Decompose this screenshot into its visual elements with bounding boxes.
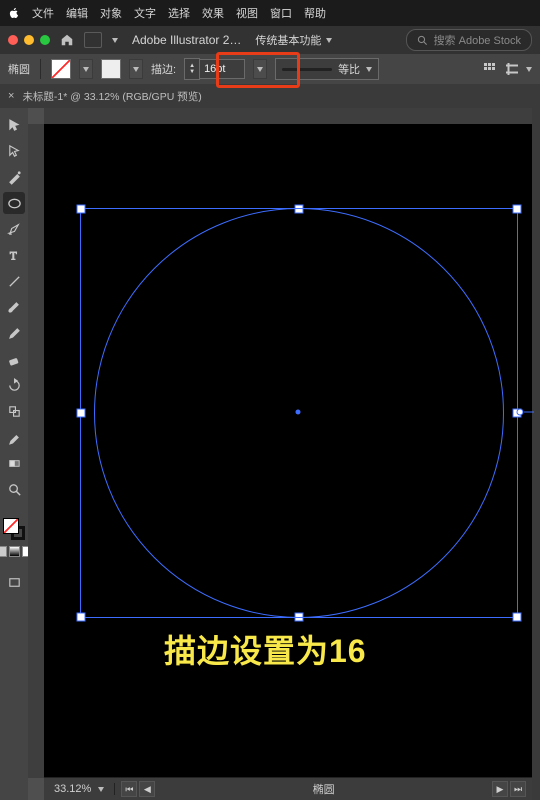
menu-help[interactable]: 帮助 [304,5,326,21]
separator [40,59,41,79]
svg-text:T: T [9,250,16,262]
handle-w[interactable] [77,409,86,418]
shape-center-point [296,410,301,415]
tab-close-button[interactable]: × [8,90,14,102]
menu-window[interactable]: 窗口 [270,5,292,21]
arrange-documents-button[interactable] [84,32,102,48]
artboard[interactable]: 描边设置为16 [44,124,532,778]
control-right-icons [482,61,532,77]
tool-eraser[interactable] [3,348,25,370]
status-selection-label: 椭圆 [161,781,486,797]
handle-se[interactable] [513,613,522,622]
tool-direct-selection[interactable] [3,140,25,162]
search-icon [417,35,428,46]
nav-prev-button[interactable]: ◀ [139,781,155,797]
chevron-down-icon [366,67,372,72]
nav-first-button[interactable]: ⏮ [121,781,137,797]
document-tab[interactable]: 未标题-1* @ 33.12% (RGB/GPU 预览) [22,89,201,104]
ruler-horizontal[interactable] [44,108,532,125]
color-mode-solid[interactable] [0,546,7,557]
right-panel-collapsed[interactable] [532,108,540,800]
search-adobe-stock[interactable]: 搜索 Adobe Stock [406,29,532,51]
tool-zoom[interactable] [3,478,25,500]
window-minimize-button[interactable] [24,35,34,45]
handle-sw[interactable] [77,613,86,622]
window-close-button[interactable] [8,35,18,45]
home-icon[interactable] [60,33,74,47]
transform-panel-icon[interactable] [504,61,520,77]
chevron-down-icon [133,67,139,72]
chevron-down-icon [326,38,332,43]
canvas-area: 描边设置为16 33.12% ⏮ ◀ 椭圆 ▶ ⏭ [28,108,532,800]
handle-ne[interactable] [513,205,522,214]
menu-view[interactable]: 视图 [236,5,258,21]
tool-gradient[interactable] [3,452,25,474]
tool-pencil[interactable] [3,322,25,344]
apple-logo-icon [8,7,20,19]
menu-edit[interactable]: 编辑 [66,5,88,21]
fill-stroke-indicator[interactable] [3,518,25,540]
tutorial-annotation-text: 描边设置为16 [164,626,367,672]
stroke-swatch[interactable] [101,59,121,79]
nav-next-button[interactable]: ▶ [492,781,508,797]
tools-panel: T [0,108,28,800]
tool-rotate[interactable] [3,374,25,396]
menu-object[interactable]: 对象 [100,5,122,21]
fill-swatch-dropdown[interactable] [79,59,93,79]
tool-type[interactable]: T [3,244,25,266]
live-shape-widget-icon[interactable] [516,405,536,419]
window-traffic-lights [8,35,50,45]
arrange-documents-dropdown-icon[interactable] [112,38,118,43]
workspace-switcher[interactable]: 传统基本功能 [255,32,332,48]
workarea: T [0,108,540,800]
app-titlebar: Adobe Illustrator 2… 传统基本功能 搜索 Adobe Sto… [0,26,540,54]
align-panel-icon[interactable] [482,61,498,77]
menu-effect[interactable]: 效果 [202,5,224,21]
window-maximize-button[interactable] [40,35,50,45]
stroke-swatch-dropdown[interactable] [129,59,143,79]
color-mode-gradient[interactable] [9,546,20,557]
default-fill-icon [3,518,19,534]
chevron-down-icon[interactable] [526,67,532,72]
app-root: 文件 编辑 对象 文字 选择 效果 视图 窗口 帮助 Adobe Illustr… [0,0,540,800]
menu-type[interactable]: 文字 [134,5,156,21]
tool-eyedropper[interactable] [3,426,25,448]
stroke-weight-label: 描边: [151,61,176,77]
ruler-vertical[interactable] [28,124,45,778]
screen-mode-button[interactable] [3,571,25,593]
menu-file[interactable]: 文件 [32,5,54,21]
stroke-weight-stepper[interactable]: ▲▼ [184,58,200,80]
app-title: Adobe Illustrator 2… [132,33,241,47]
tool-pen[interactable] [3,218,25,240]
tool-selection[interactable] [3,114,25,136]
workspace-label: 传统基本功能 [255,32,321,48]
artboard-nav-right: ▶ ⏭ [486,781,532,797]
search-placeholder: 搜索 Adobe Stock [434,32,521,48]
menu-select[interactable]: 选择 [168,5,190,21]
handle-nw[interactable] [77,205,86,214]
artboard-nav: ⏮ ◀ [115,781,161,797]
tool-paintbrush[interactable] [3,296,25,318]
tool-magic-wand[interactable] [3,166,25,188]
control-bar: 椭圆 描边: ▲▼ 等比 [0,54,540,84]
tool-scale[interactable] [3,400,25,422]
tool-line[interactable] [3,270,25,292]
object-type-label: 椭圆 [8,61,30,77]
chevron-down-icon [83,67,89,72]
tool-ellipse[interactable] [3,192,25,214]
nav-last-button[interactable]: ⏭ [510,781,526,797]
chevron-down-icon [98,787,104,792]
tutorial-highlight-box [216,52,300,88]
os-menubar: 文件 编辑 对象 文字 选择 效果 视图 窗口 帮助 [0,0,540,26]
fill-swatch[interactable] [51,59,71,79]
status-bar: 33.12% ⏮ ◀ 椭圆 ▶ ⏭ [44,777,532,800]
stroke-profile-label: 等比 [338,61,360,77]
status-zoom[interactable]: 33.12% [44,783,115,795]
